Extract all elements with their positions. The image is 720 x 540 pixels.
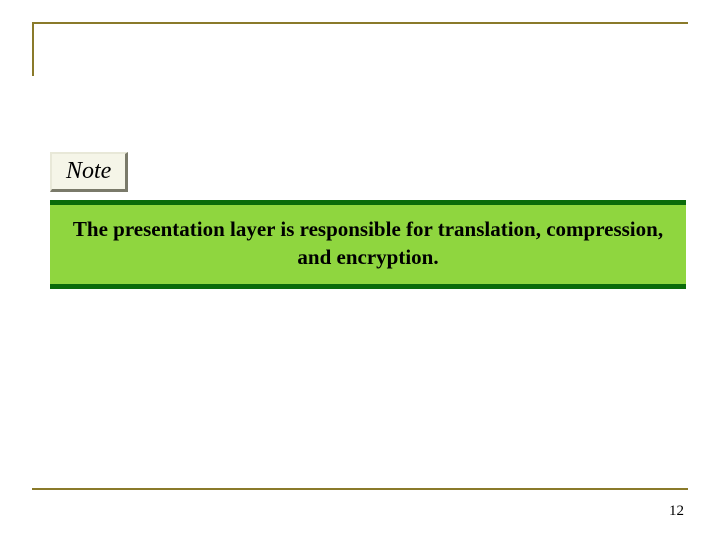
page-number: 12 (669, 503, 684, 520)
note-label: Note (66, 158, 111, 184)
callout-text: The presentation layer is responsible fo… (70, 215, 666, 272)
callout-banner: The presentation layer is responsible fo… (50, 200, 686, 289)
note-label-box: Note (50, 152, 128, 192)
